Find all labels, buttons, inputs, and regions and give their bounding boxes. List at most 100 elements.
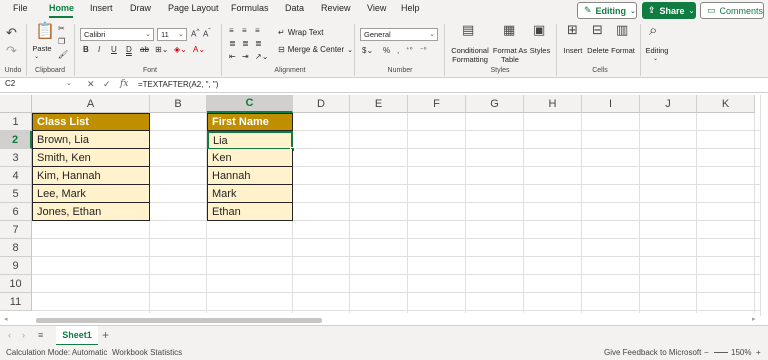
insert-function-icon[interactable]: fx <box>120 79 128 89</box>
row-header-2[interactable]: 2 <box>0 131 32 149</box>
column-header-i[interactable]: I <box>582 95 640 113</box>
column-header-e[interactable]: E <box>350 95 408 113</box>
cell-a1[interactable]: Class List <box>32 113 150 131</box>
scroll-right-icon[interactable]: ▸ <box>752 315 756 323</box>
tab-formulas[interactable]: Formulas <box>231 3 269 13</box>
align-top-icon[interactable]: ≡ <box>229 26 234 35</box>
number-format-combo[interactable]: General ⌄ <box>360 28 438 41</box>
align-bottom-icon[interactable]: ≡ <box>255 26 260 35</box>
delete-cells-icon[interactable]: ⊟ <box>592 23 603 36</box>
name-box[interactable]: C2 <box>2 79 72 91</box>
row-header-6[interactable]: 6 <box>0 203 32 221</box>
row-header-1[interactable]: 1 <box>0 113 32 131</box>
bold-icon[interactable]: B <box>83 45 89 54</box>
horizontal-scrollbar[interactable]: ◂ ▸ <box>0 316 768 325</box>
chevron-down-icon[interactable]: ⌄ <box>66 79 72 87</box>
add-sheet-button[interactable]: + <box>102 328 109 342</box>
zoom-level[interactable]: 150% <box>731 348 751 357</box>
horizontal-scroll-thumb[interactable] <box>36 318 322 323</box>
chevron-down-icon[interactable]: ⌄ <box>34 53 39 60</box>
increase-font-icon[interactable]: A^ <box>191 28 199 39</box>
currency-icon[interactable]: $⌄ <box>362 46 373 55</box>
tab-review[interactable]: Review <box>321 3 351 13</box>
row-header-11[interactable]: 11 <box>0 293 32 311</box>
column-header-j[interactable]: J <box>640 95 697 113</box>
merge-center-button[interactable]: ⊟ Merge & Center ⌄ <box>278 45 353 54</box>
underline-icon[interactable]: U <box>111 45 117 54</box>
editing-mode-button[interactable]: ✎ Editing ⌄ <box>577 2 637 19</box>
cell-a3[interactable]: Smith, Ken <box>32 149 150 167</box>
sheet-tab-sheet1[interactable]: Sheet1 <box>56 326 98 346</box>
formula-input[interactable]: =TEXTAFTER(A2, ", ") <box>138 80 218 89</box>
format-label[interactable]: Format <box>610 46 636 55</box>
comma-style-icon[interactable]: , <box>397 46 399 55</box>
zoom-out-icon[interactable]: − <box>704 348 709 357</box>
editing-group-button-label[interactable]: Editing <box>643 46 671 55</box>
column-header-d[interactable]: D <box>293 95 350 113</box>
tab-file[interactable]: File <box>13 3 28 13</box>
zoom-in-icon[interactable]: + <box>756 348 761 357</box>
format-cells-icon[interactable]: ▥ <box>616 23 628 36</box>
row-header-10[interactable]: 10 <box>0 275 32 293</box>
row-header-4[interactable]: 4 <box>0 167 32 185</box>
next-sheet-icon[interactable]: › <box>22 330 25 340</box>
give-feedback-link[interactable]: Give Feedback to Microsoft <box>604 348 701 357</box>
double-underline-icon[interactable]: D <box>126 45 132 54</box>
column-header-g[interactable]: G <box>466 95 524 113</box>
cell-a5[interactable]: Lee, Mark <box>32 185 150 203</box>
tab-draw[interactable]: Draw <box>130 3 151 13</box>
decrease-decimal-icon[interactable]: ⁻⁰ <box>420 46 427 54</box>
orientation-icon[interactable]: ↗⌄ <box>255 52 268 61</box>
chevron-down-icon[interactable]: ⌄ <box>653 55 658 62</box>
row-header-5[interactable]: 5 <box>0 185 32 203</box>
format-as-table-icon[interactable]: ▦ <box>503 23 515 36</box>
worksheet-grid[interactable]: ABCDEFGHIJK 1 2 3 4 5 6 7 8 9 10 11 Class List Bro… <box>0 95 760 321</box>
format-painter-icon[interactable]: 🖌 <box>58 50 68 59</box>
wrap-text-button[interactable]: ↵ Wrap Text <box>278 28 323 37</box>
cell-styles-icon[interactable]: ▣ <box>533 23 545 36</box>
row-header-7[interactable]: 7 <box>0 221 32 239</box>
cell-c3[interactable]: Ken <box>207 149 293 167</box>
format-as-table-label[interactable]: Format As Table <box>490 46 530 64</box>
cell-a2[interactable]: Brown, Lia <box>32 131 150 149</box>
align-left-icon[interactable]: ≣ <box>229 39 236 48</box>
column-header-f[interactable]: F <box>408 95 466 113</box>
cell-c6[interactable]: Ethan <box>207 203 293 221</box>
font-color-icon[interactable]: A⌄ <box>193 45 205 54</box>
column-header-k[interactable]: K <box>697 95 755 113</box>
vertical-scrollbar[interactable] <box>760 95 768 316</box>
tab-help[interactable]: Help <box>401 3 420 13</box>
font-name-combo[interactable]: Calibri ⌄ <box>80 28 154 41</box>
delete-label[interactable]: Delete <box>586 46 610 55</box>
italic-icon[interactable]: I <box>98 45 100 54</box>
strikethrough-icon[interactable]: ab <box>140 45 149 54</box>
row-header-8[interactable]: 8 <box>0 239 32 257</box>
tab-insert[interactable]: Insert <box>90 3 113 13</box>
cell-a6[interactable]: Jones, Ethan <box>32 203 150 221</box>
all-sheets-icon[interactable]: ≡ <box>38 330 43 340</box>
increase-decimal-icon[interactable]: ⁺⁰ <box>406 46 413 54</box>
conditional-formatting-label[interactable]: Conditional Formatting <box>448 46 492 64</box>
styles-button-label[interactable]: Styles <box>528 46 552 55</box>
cancel-icon[interactable]: ✕ <box>87 79 95 90</box>
enter-icon[interactable]: ✓ <box>103 79 111 90</box>
align-right-icon[interactable]: ≣ <box>255 39 262 48</box>
increase-indent-icon[interactable]: ⇥ <box>242 52 249 61</box>
row-header-3[interactable]: 3 <box>0 149 32 167</box>
search-icon[interactable]: ⌕ <box>649 23 657 38</box>
workbook-statistics[interactable]: Workbook Statistics <box>112 348 182 357</box>
previous-sheet-icon[interactable]: ‹ <box>8 330 11 340</box>
align-middle-icon[interactable]: ≡ <box>242 26 247 35</box>
fill-color-icon[interactable]: ◈⌄ <box>174 45 187 54</box>
tab-data[interactable]: Data <box>285 3 304 13</box>
cut-icon[interactable]: ✂ <box>58 24 65 33</box>
tab-view[interactable]: View <box>367 3 386 13</box>
scroll-left-icon[interactable]: ◂ <box>4 315 8 323</box>
comments-button[interactable]: ▭ Comments <box>700 2 764 19</box>
zoom-slider[interactable] <box>714 352 728 353</box>
cell-c4[interactable]: Hannah <box>207 167 293 185</box>
column-header-h[interactable]: H <box>524 95 582 113</box>
font-size-combo[interactable]: 11 ⌄ <box>157 28 187 41</box>
select-all-corner[interactable] <box>0 95 32 113</box>
tab-home[interactable]: Home <box>49 3 74 13</box>
